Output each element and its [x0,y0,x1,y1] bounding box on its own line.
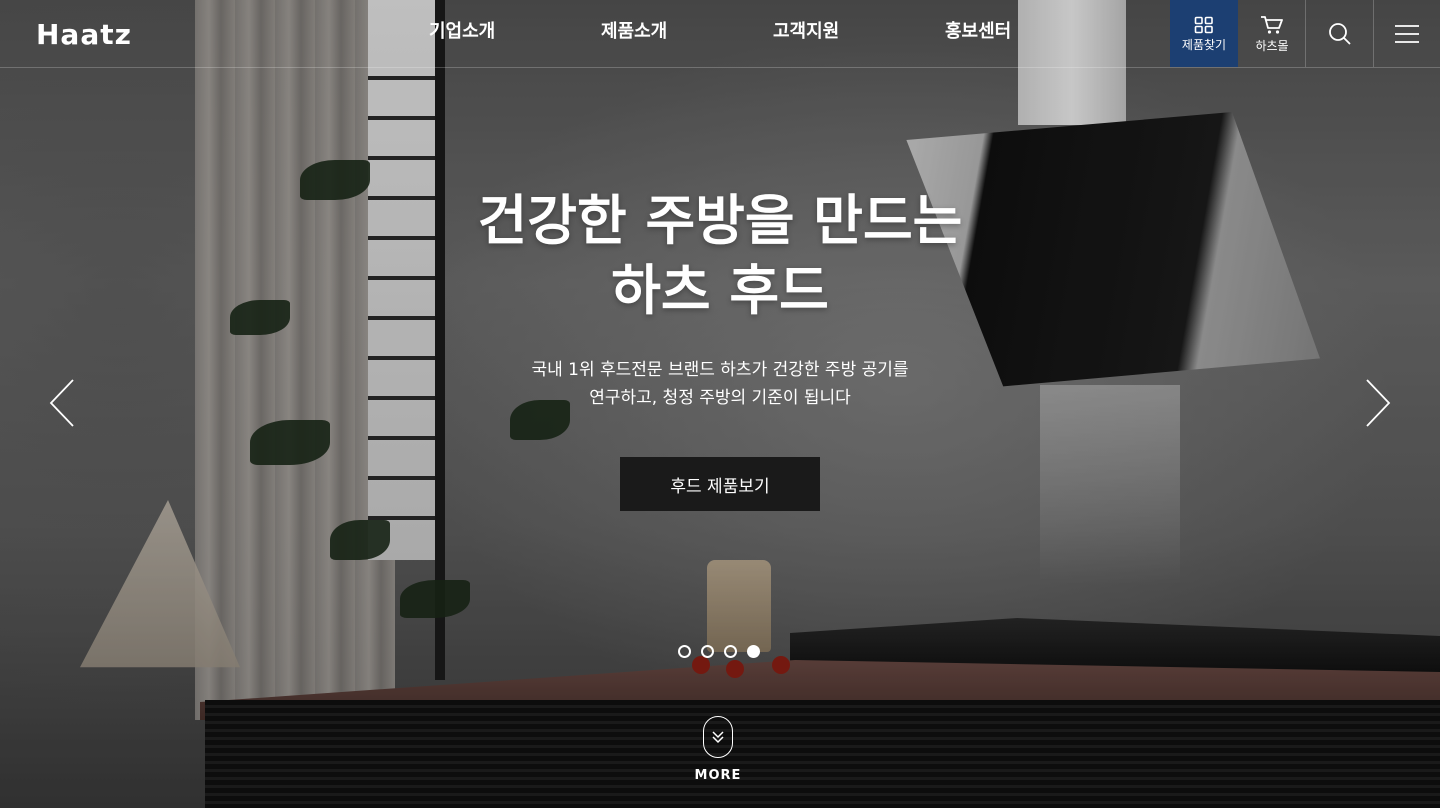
slide-dot-2[interactable] [701,645,714,658]
slide-dot-1[interactable] [678,645,691,658]
haatz-logo[interactable]: Haatz [36,20,132,50]
nav-item-support[interactable]: 고객지원 [773,20,839,44]
grid-icon [1194,16,1214,34]
slide-dot-4[interactable] [747,645,760,658]
chevron-left-icon [48,379,78,432]
hero-headline-line1: 건강한 주방을 만드는 [477,189,963,252]
hero-headline: 건강한 주방을 만드는 하츠 후드 [420,186,1020,326]
mall-button[interactable]: 하츠몰 [1238,0,1306,67]
search-icon [1328,22,1352,46]
scroll-more-button[interactable]: MORE [690,716,746,788]
menu-icon [1395,24,1419,44]
nav-item-company[interactable]: 기업소개 [429,20,495,44]
hero-headline-line2: 하츠 후드 [611,259,829,322]
nav-item-products[interactable]: 제품소개 [601,20,667,44]
slide-next-button[interactable] [1362,378,1392,428]
product-finder-button[interactable]: 제품찾기 [1170,0,1238,67]
cart-icon [1260,15,1284,35]
view-hood-products-button[interactable]: 후드 제품보기 [620,457,820,511]
chevron-right-icon [1362,379,1392,432]
site-header: Haatz 기업소개 제품소개 고객지원 홍보센터 제품찾기 하츠몰 [0,0,1440,68]
hero-subcopy-line1: 국내 1위 후드전문 브랜드 하츠가 건강한 주방 공기를 [531,360,909,380]
hero-subcopy-line2: 연구하고, 청정 주방의 기준이 됩니다 [589,388,851,408]
more-label: MORE [694,768,742,783]
slide-prev-button[interactable] [48,378,78,428]
product-finder-label: 제품찾기 [1181,37,1227,52]
scroll-down-icon [703,716,733,758]
nav-item-pr-center[interactable]: 홍보센터 [945,20,1011,44]
hero-subcopy: 국내 1위 후드전문 브랜드 하츠가 건강한 주방 공기를 연구하고, 청정 주… [420,356,1020,412]
menu-button[interactable] [1373,0,1440,67]
slide-dot-3[interactable] [724,645,737,658]
slider-pagination [678,645,760,658]
mall-label: 하츠몰 [1255,38,1289,53]
search-button[interactable] [1305,0,1373,67]
